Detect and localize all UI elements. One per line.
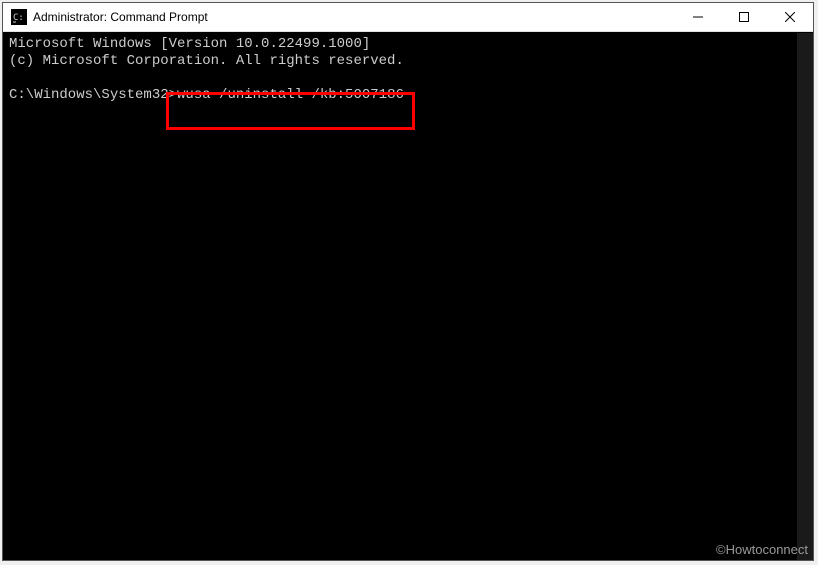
terminal-output[interactable]: Microsoft Windows [Version 10.0.22499.10…	[3, 32, 813, 560]
output-line: Microsoft Windows [Version 10.0.22499.10…	[9, 36, 807, 53]
close-button[interactable]	[767, 3, 813, 31]
window-controls	[675, 3, 813, 31]
prompt-line: C:\Windows\System32>wusa /uninstall /kb:…	[9, 87, 807, 104]
command-prompt-window: C: Administrator: Command Prompt Microso…	[2, 2, 814, 561]
blank-line	[9, 70, 807, 87]
minimize-button[interactable]	[675, 3, 721, 31]
vertical-scrollbar[interactable]	[797, 33, 813, 560]
titlebar[interactable]: C: Administrator: Command Prompt	[3, 3, 813, 32]
command-text: wusa /uninstall /kb:5007186	[177, 87, 404, 103]
watermark-text: ©Howtoconnect	[716, 542, 808, 557]
prompt-path: C:\Windows\System32>	[9, 87, 177, 103]
maximize-button[interactable]	[721, 3, 767, 31]
output-line: (c) Microsoft Corporation. All rights re…	[9, 53, 807, 70]
app-icon: C:	[11, 9, 27, 25]
window-title: Administrator: Command Prompt	[33, 10, 675, 24]
